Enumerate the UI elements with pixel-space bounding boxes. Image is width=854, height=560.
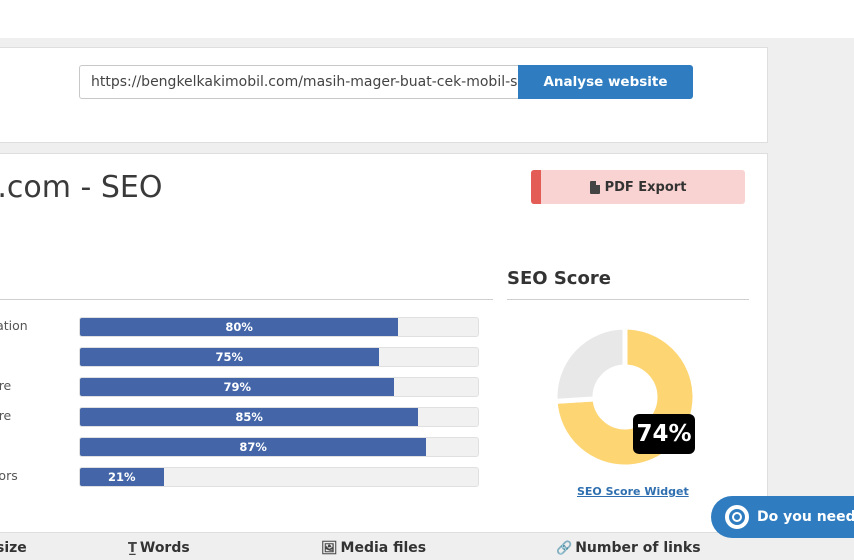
top-bar: [0, 0, 854, 38]
category-row: ity75%: [0, 347, 479, 367]
category-row: 87%: [0, 437, 479, 457]
category-progress-fill: 21%: [80, 468, 164, 486]
metric-media-files: 🖼 Media files: [321, 540, 426, 556]
metric-size-label: size: [0, 540, 27, 556]
seo-score-widget-link[interactable]: SEO Score Widget: [577, 485, 689, 498]
category-progress-fill: 87%: [80, 438, 427, 456]
pdf-button-stripe: [531, 170, 541, 204]
category-label: cture: [0, 408, 12, 423]
category-progress-track: 79%: [79, 377, 479, 397]
category-progress-fill: 75%: [80, 348, 379, 366]
category-progress-track: 75%: [79, 347, 479, 367]
image-icon: 🖼: [321, 540, 338, 556]
url-input[interactable]: https://bengkelkakimobil.com/masih-mager…: [79, 65, 519, 99]
metric-links-label: Number of links: [575, 540, 701, 556]
link-icon: 🔗: [556, 540, 573, 556]
metric-size: size: [0, 540, 27, 556]
file-pdf-icon: [589, 180, 600, 194]
help-chat-button[interactable]: Do you need h: [711, 496, 854, 538]
category-label: rmation: [0, 318, 28, 333]
divider-right: [507, 299, 749, 300]
category-progress-fill: 85%: [80, 408, 419, 426]
category-label: cture: [0, 378, 12, 393]
category-row: cture 85%: [0, 407, 479, 427]
score-empty-segment: [552, 324, 628, 405]
category-label: actors: [0, 468, 18, 483]
seo-score-value: 74%: [633, 414, 695, 454]
category-progress-track: 21%: [79, 467, 479, 487]
pdf-export-button[interactable]: PDF Export: [531, 170, 745, 204]
category-progress-fill: 79%: [80, 378, 395, 396]
analyse-website-button[interactable]: Analyse website: [518, 65, 693, 99]
category-row: rmation 80%: [0, 317, 479, 337]
seo-score-heading: SEO Score: [507, 268, 611, 289]
category-progress-track: 85%: [79, 407, 479, 427]
lifebuoy-icon: [725, 505, 749, 529]
page-title: l.com - SEO: [0, 170, 163, 205]
metric-number-of-links: 🔗 Number of links: [556, 540, 701, 556]
category-progress-track: 87%: [79, 437, 479, 457]
category-row: cture 79%: [0, 377, 479, 397]
metric-media-label: Media files: [340, 540, 427, 556]
seo-result-panel: l.com - SEO PDF Export SEO Score rmation…: [0, 153, 768, 533]
divider-left: [0, 299, 493, 300]
text-size-icon: T̲: [128, 540, 137, 556]
metric-words: T̲ Words: [128, 540, 190, 556]
category-progress-fill: 80%: [80, 318, 399, 336]
pdf-export-label: PDF Export: [604, 179, 687, 195]
metric-words-label: Words: [139, 540, 190, 556]
url-form-panel: https://bengkelkakimobil.com/masih-mager…: [0, 47, 768, 143]
category-row: actors 21%: [0, 467, 479, 487]
category-progress-track: 80%: [79, 317, 479, 337]
help-chat-label: Do you need h: [757, 509, 854, 525]
